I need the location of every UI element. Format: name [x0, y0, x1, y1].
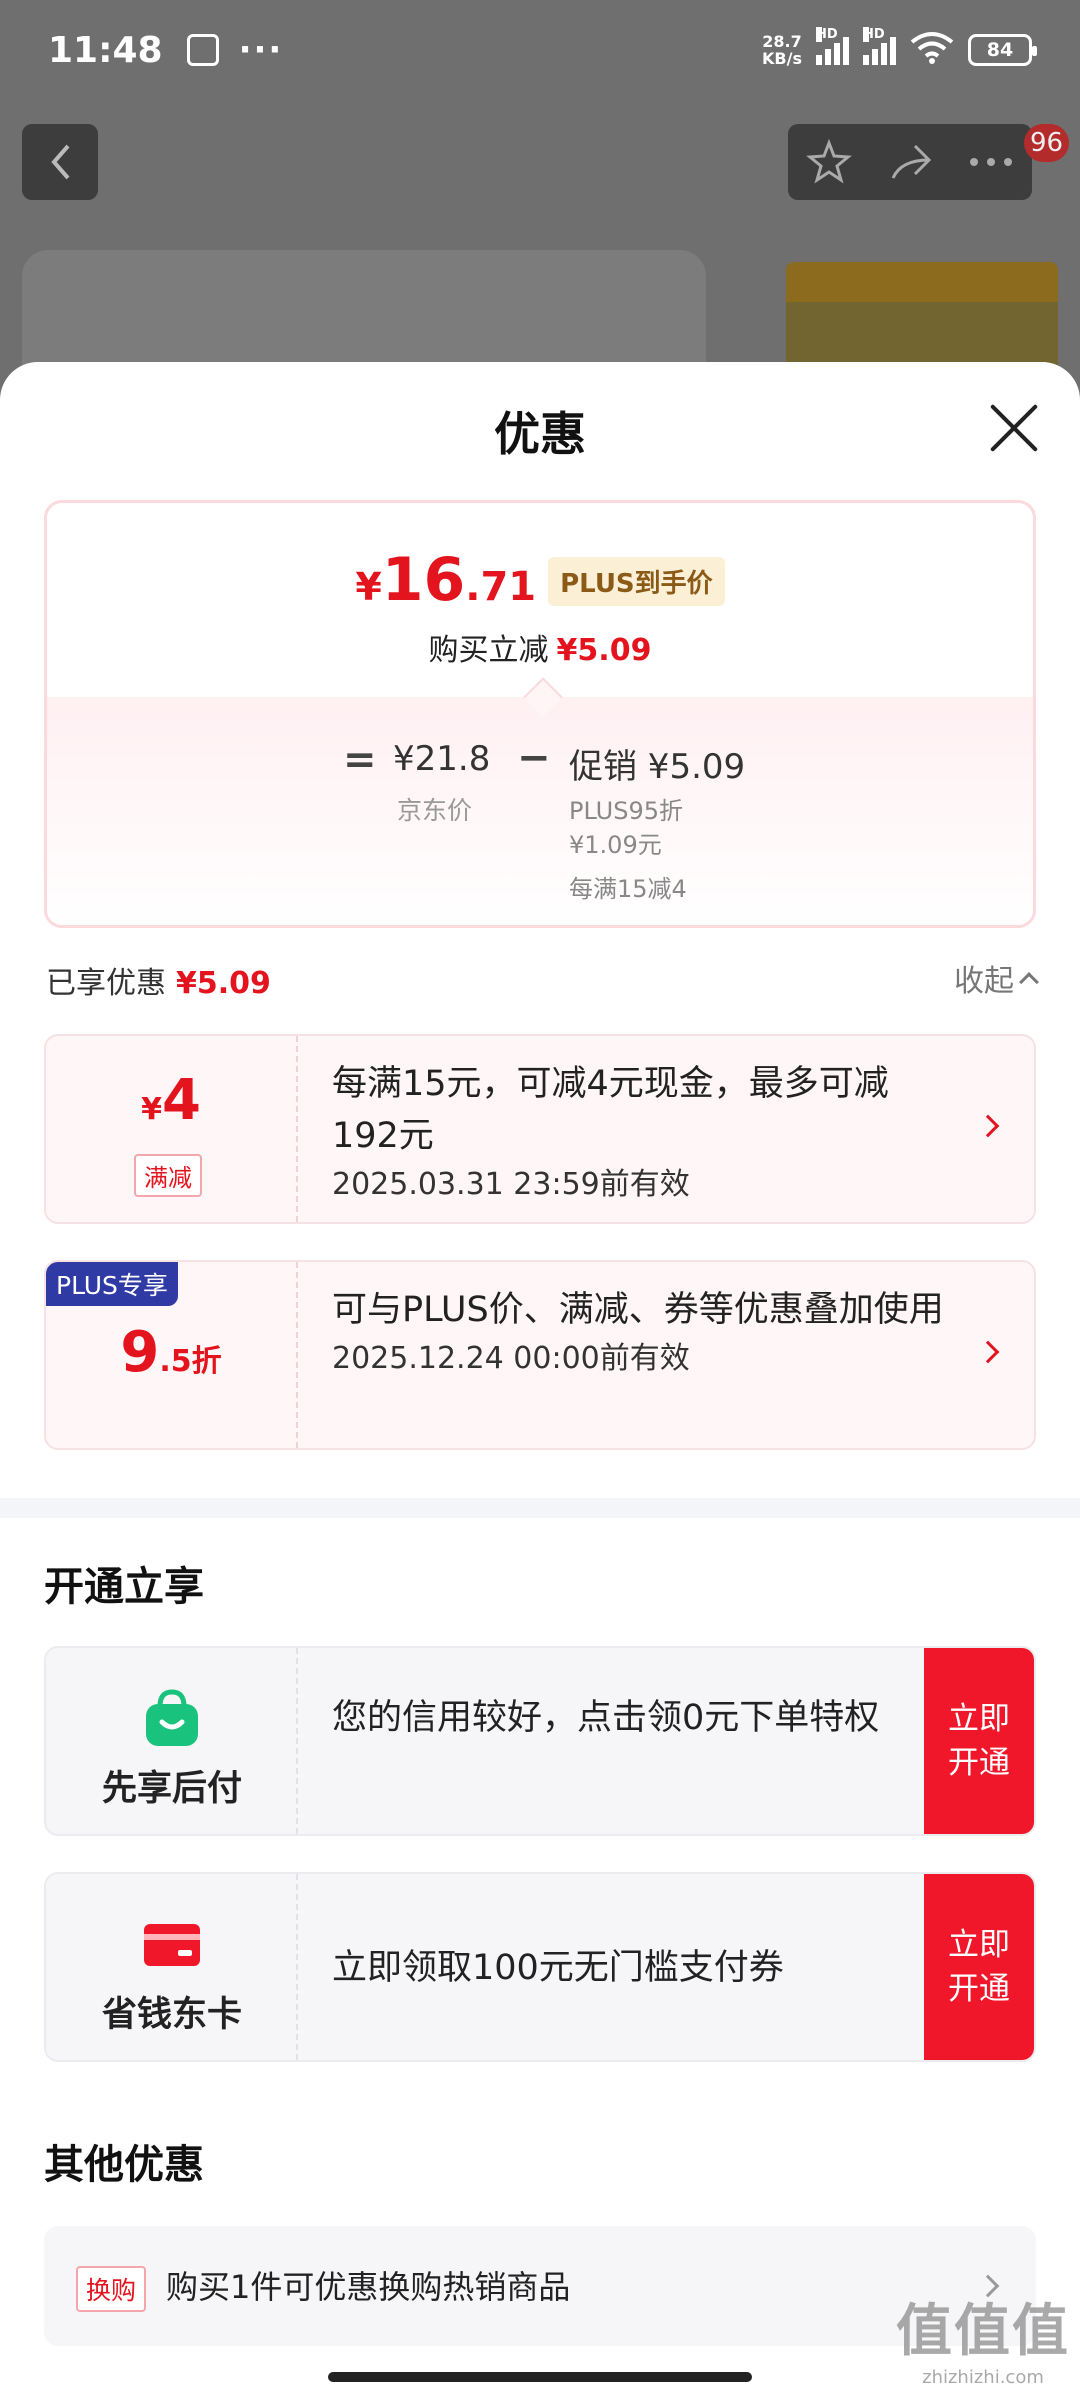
- collapse-button[interactable]: 收起: [954, 956, 1039, 1000]
- price-summary-card: ¥16.71 PLUS到手价 购买立减 ¥5.09 = ¥21.8 京东价 − 促…: [44, 500, 1036, 928]
- open-left: 省钱东卡: [46, 1874, 298, 2060]
- chevron-right-icon: [976, 1340, 1000, 1364]
- chevron-right-icon: [976, 1114, 1000, 1138]
- signal-2-icon: HD: [863, 27, 896, 65]
- offer-text: 每满15元，可减4元现金，最多可减192元 2025.03.31 23:59前有…: [332, 1058, 952, 1208]
- discount-sheet: 优惠 ¥16.71 PLUS到手价 购买立减 ¥5.09 = ¥21.8 京东价 …: [0, 362, 1080, 2400]
- price-currency: ¥: [355, 565, 382, 609]
- enjoyed-amount: ¥5.09: [176, 966, 271, 1001]
- offer-tag: 满减: [134, 1154, 202, 1197]
- battery-icon: 84: [968, 34, 1037, 66]
- offer-amount-value: 4: [161, 1068, 201, 1133]
- offer-card-full-reduction[interactable]: ¥4 满减 每满15元，可减4元现金，最多可减192元 2025.03.31 2…: [44, 1034, 1036, 1224]
- cart-badge: 96: [1024, 124, 1070, 162]
- other-section-title: 其他优惠: [44, 2142, 204, 2188]
- offer-text: 可与PLUS价、满减、券等优惠叠加使用 2025.12.24 00:00前有效: [332, 1284, 952, 1382]
- plus-price-tag: PLUS到手价: [548, 557, 725, 606]
- close-icon[interactable]: [988, 402, 1040, 454]
- status-right: 28.7 KB/s HD HD 84: [762, 27, 1037, 70]
- price-decimal: .71: [465, 564, 537, 610]
- other-offer-item[interactable]: 换购 购买1件可优惠换购热销商品: [44, 2226, 1036, 2346]
- hd-label: HD: [816, 27, 838, 42]
- summary-breakdown-bg: [47, 697, 1033, 925]
- open-now-button[interactable]: 立即开通: [924, 1874, 1034, 2060]
- price-integer: 16: [381, 545, 466, 615]
- status-more-dots: ···: [238, 30, 284, 70]
- jd-price-label: 京东价: [397, 796, 473, 825]
- back-button[interactable]: [22, 124, 98, 200]
- offer-date: 2025.03.31 23:59前有效: [332, 1167, 690, 1202]
- final-price: ¥16.71: [355, 545, 536, 615]
- enjoyed-label: 已享优惠: [46, 966, 166, 1001]
- promo-line-full-reduction: 每满15减4: [569, 875, 687, 903]
- watermark-url: zhizhizhi.com: [922, 2367, 1044, 2388]
- chevron-up-icon: [1019, 972, 1039, 992]
- card-icon: [144, 1924, 200, 1966]
- jd-price: ¥21.8: [393, 739, 491, 779]
- save-label: 购买立减: [428, 633, 549, 668]
- open-card-pay-later: 先享后付 您的信用较好，点击领0元下单特权 立即开通: [44, 1646, 1036, 1836]
- save-row: 购买立减 ¥5.09: [47, 625, 1033, 669]
- more-icon[interactable]: [968, 156, 1014, 168]
- open-now-button[interactable]: 立即开通: [924, 1648, 1034, 1834]
- section-divider: [0, 1498, 1080, 1518]
- offer-amount-suffix: .5折: [159, 1344, 222, 1379]
- open-card-saving-card: 省钱东卡 立即领取100元无门槛支付券 立即开通: [44, 1872, 1036, 2062]
- equals-sign: =: [343, 737, 377, 783]
- enjoyed-discount: 已享优惠 ¥5.09: [46, 958, 271, 1002]
- other-offer-text: 购买1件可优惠换购热销商品: [166, 2268, 571, 2306]
- offer-amount-prefix: ¥: [141, 1092, 162, 1127]
- signal-1-icon: HD: [816, 27, 849, 65]
- notification-app-icon: [186, 34, 219, 66]
- offer-amount: ¥4: [46, 1068, 296, 1133]
- open-label: 省钱东卡: [101, 1995, 242, 2035]
- offer-amount-value: 9: [120, 1320, 160, 1385]
- watermark-logo: 值值值: [896, 2299, 1070, 2364]
- offer-amount: 9.5折: [46, 1320, 296, 1385]
- offer-date: 2025.12.24 00:00前有效: [332, 1341, 690, 1376]
- watermark: 值值值 zhizhizhi.com: [896, 2286, 1070, 2388]
- open-left: 先享后付: [46, 1648, 298, 1834]
- open-text: 立即领取100元无门槛支付券: [332, 1948, 784, 1988]
- star-icon[interactable]: [805, 139, 852, 185]
- offer-description: 每满15元，可减4元现金，最多可减192元: [332, 1064, 889, 1156]
- share-icon[interactable]: [887, 142, 933, 182]
- net-speed-unit: KB/s: [762, 49, 802, 68]
- chevron-left-icon: [51, 144, 70, 180]
- final-price-row: ¥16.71 PLUS到手价: [47, 545, 1033, 615]
- promo-total: 促销 ¥5.09: [569, 747, 746, 787]
- battery-level: 84: [986, 39, 1014, 61]
- offer-card-plus[interactable]: 9.5折 PLUS专享 可与PLUS价、满减、券等优惠叠加使用 2025.12.…: [44, 1260, 1036, 1450]
- open-label: 先享后付: [101, 1769, 242, 1809]
- offer-description: 可与PLUS价、满减、券等优惠叠加使用: [332, 1290, 944, 1330]
- save-amount: ¥5.09: [556, 633, 652, 668]
- minus-sign: −: [517, 735, 551, 781]
- collapse-label: 收起: [954, 964, 1014, 999]
- plus-exclusive-badge: PLUS专享: [46, 1262, 178, 1306]
- shopping-bag-icon: [146, 1689, 198, 1746]
- offer-left: ¥4 满减: [46, 1036, 298, 1222]
- sheet-title: 优惠: [494, 407, 586, 461]
- status-bar: 11:48 ··· 28.7 KB/s HD HD 84: [0, 0, 1080, 100]
- swap-tag: 换购: [76, 2266, 147, 2312]
- status-time: 11:48: [48, 29, 163, 71]
- promo-line-amount: ¥1.09元: [569, 831, 662, 859]
- open-text: 您的信用较好，点击领0元下单特权: [332, 1698, 880, 1738]
- wifi-icon: [910, 30, 954, 70]
- home-indicator[interactable]: [328, 2372, 752, 2382]
- promo-line-plus: PLUS95折: [569, 797, 683, 825]
- open-section-title: 开通立享: [44, 1564, 204, 1610]
- net-speed-value: 28.7: [762, 32, 802, 51]
- net-speed: 28.7 KB/s: [762, 33, 802, 67]
- hd-label-2: HD: [863, 27, 885, 42]
- top-actions: [788, 124, 1032, 200]
